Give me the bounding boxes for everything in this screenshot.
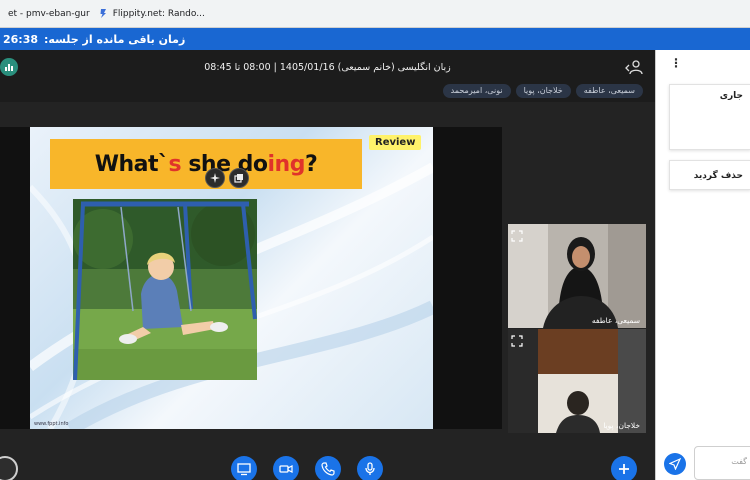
bottom-toolbar <box>0 450 655 480</box>
screen-share-icon <box>237 463 251 476</box>
camera-button[interactable] <box>273 456 299 480</box>
slide-photo-girl-on-swing <box>73 199 257 380</box>
webcam-name: خلاجان، پویا <box>603 421 640 430</box>
slide-tools <box>205 168 249 188</box>
app-root: et - pmv-eban-gur Flippity.net: Rando...… <box>0 0 750 480</box>
webcam-feed <box>508 224 646 328</box>
conference-title: زبان انگلیسی (خانم سمیعی) 1405/01/16 | 0… <box>204 62 451 73</box>
leave-icon[interactable] <box>0 456 18 480</box>
timer-label: زمان باقی مانده از جلسه: <box>44 32 186 46</box>
microphone-button[interactable] <box>357 456 383 480</box>
conference-area: زبان انگلیسی (خانم سمیعی) 1405/01/16 | 0… <box>0 50 655 480</box>
screen-share-button[interactable] <box>231 456 257 480</box>
review-badge: Review <box>369 135 422 150</box>
microphone-icon <box>365 462 375 475</box>
expand-icon[interactable] <box>511 332 523 347</box>
bookmark-flippity-label: Flippity.net: Rando... <box>112 8 205 19</box>
webcam-name: سمیعی، عاطفه <box>591 316 640 325</box>
slide-footer: www.fppt.info <box>34 421 69 427</box>
bookmark-flippity[interactable]: Flippity.net: Rando... <box>98 8 205 19</box>
webcam-tile[interactable]: خلاجان، پویا <box>508 329 646 433</box>
bookmark-pmv-label: et - pmv-eban-gur <box>8 8 90 19</box>
chat-panel: ⋮ جاری حذف گردید گفت <box>655 50 750 480</box>
bookmark-pmv[interactable]: et - pmv-eban-gur <box>8 9 90 19</box>
more-options-icon[interactable]: ⋮ <box>670 56 682 70</box>
send-icon <box>669 458 681 470</box>
conference-header: زبان انگلیسی (خانم سمیعی) 1405/01/16 | 0… <box>0 50 655 102</box>
participant-chip[interactable]: خلاجان، پویا <box>515 84 571 98</box>
phone-button[interactable] <box>315 456 341 480</box>
flippity-icon <box>98 8 109 19</box>
chat-input[interactable]: گفت <box>694 446 750 480</box>
webcam-tile[interactable]: سمیعی، عاطفه <box>508 224 646 328</box>
send-button[interactable] <box>664 453 686 475</box>
popout-icon[interactable] <box>229 168 249 188</box>
sparkle-icon[interactable] <box>205 168 225 188</box>
expand-icon[interactable] <box>511 227 523 242</box>
chat-card: جاری <box>669 84 750 150</box>
user-icon[interactable] <box>625 59 643 75</box>
timer-value: 26:38 <box>3 32 39 46</box>
session-timer-bar: زمان باقی مانده از جلسه: 26:38 <box>0 28 750 50</box>
chat-card-deleted: حذف گردید <box>669 160 750 190</box>
camera-icon <box>279 465 293 473</box>
plus-icon <box>619 464 629 474</box>
add-button[interactable] <box>611 456 637 480</box>
participant-chip[interactable]: نونی، امیرمحمد <box>442 84 511 98</box>
webcam-feed <box>508 329 646 433</box>
bookmarks-bar: et - pmv-eban-gur Flippity.net: Rando... <box>0 0 750 28</box>
phone-icon <box>321 462 335 476</box>
participant-chips: سمیعی، عاطفه خلاجان، پویا نونی، امیرمحمد <box>442 84 643 98</box>
participant-chip[interactable]: سمیعی، عاطفه <box>575 84 643 98</box>
